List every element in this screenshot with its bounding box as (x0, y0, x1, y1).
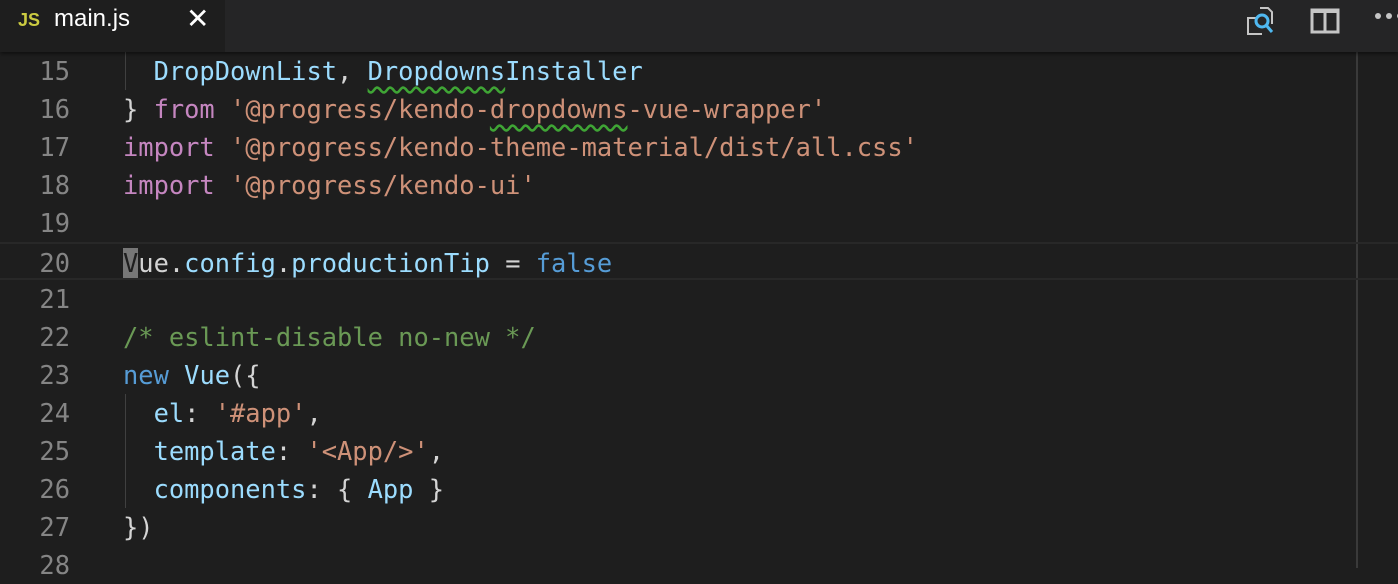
code-token: '@progress/kendo- (230, 94, 490, 124)
code-token: ue. (138, 248, 185, 278)
code-token: : (184, 398, 215, 428)
code-line[interactable]: 24 el: '#app', (0, 394, 1398, 432)
code-line[interactable]: 19 (0, 204, 1398, 242)
code-text: new Vue({ (123, 356, 261, 394)
code-token: . (275, 248, 292, 278)
line-number: 24 (39, 398, 70, 428)
code-line[interactable]: 23 new Vue({ (0, 356, 1398, 394)
code-token: '@progress/kendo-ui' (230, 170, 536, 200)
line-number: 26 (39, 474, 70, 504)
javascript-file-icon: JS (18, 10, 41, 30)
code-line[interactable]: 25 template: '<App/>', (0, 432, 1398, 470)
code-text: } from '@progress/kendo-dropdowns-vue-wr… (123, 90, 826, 128)
close-icon[interactable]: ✕ (186, 2, 209, 35)
code-token: -vue-wrapper' (627, 94, 827, 124)
code-line[interactable]: 15 DropDownList, DropdownsInstaller (0, 52, 1398, 90)
tab-label: main.js (54, 5, 131, 32)
split-editor-icon[interactable] (1310, 4, 1344, 38)
code-token: DropDownList (153, 56, 338, 86)
code-line[interactable]: 21 (0, 280, 1398, 318)
tab-main-js[interactable]: JS main.js ✕ (0, 0, 225, 52)
code-token: import (123, 170, 215, 200)
code-text: el: '#app', (123, 394, 322, 432)
code-text: /* eslint-disable no-new */ (123, 318, 536, 356)
code-token: false (535, 248, 613, 278)
code-line[interactable]: 18 import '@progress/kendo-ui' (0, 166, 1398, 204)
line-number: 22 (39, 322, 70, 352)
more-actions-icon[interactable] (1374, 4, 1398, 38)
code-token: ({ (230, 360, 261, 390)
open-preview-icon[interactable] (1246, 4, 1280, 38)
line-number: 28 (39, 550, 70, 580)
code-line[interactable]: 16} from '@progress/kendo-dropdowns-vue-… (0, 90, 1398, 128)
line-number: 27 (39, 512, 70, 542)
line-number: 25 (39, 436, 70, 466)
code-token: : { (306, 474, 368, 504)
code-line[interactable]: 17 import '@progress/kendo-theme-material… (0, 128, 1398, 166)
code-token: : (275, 436, 307, 466)
code-token: , (428, 436, 445, 466)
code-token: Dropdowns (367, 56, 506, 86)
line-number: 19 (39, 208, 70, 238)
code-token: el (153, 398, 185, 428)
code-token: /* eslint-disable no-new */ (123, 322, 536, 352)
code-token: '@progress/kendo-theme-material/dist/all… (230, 132, 918, 162)
line-number: 17 (39, 132, 70, 162)
code-line[interactable]: 20 Vue.config.productionTip = false (0, 242, 1398, 280)
code-token: }) (123, 512, 154, 542)
code-token: } (123, 94, 154, 124)
code-token: config (184, 248, 276, 278)
code-line[interactable]: 28 (0, 546, 1398, 584)
code-text: import '@progress/kendo-theme-material/d… (123, 128, 918, 166)
code-token: '<App/>' (306, 436, 429, 466)
code-text: components: { App } (123, 470, 444, 508)
line-number: 18 (39, 170, 70, 200)
code-token: dropdowns (489, 94, 628, 124)
code-editor[interactable]: 15 DropDownList, DropdownsInstaller 16} f… (0, 52, 1398, 580)
code-token: App (367, 474, 414, 504)
code-token: productionTip (291, 248, 490, 278)
code-line[interactable]: 26 components: { App } (0, 470, 1398, 508)
code-token: } (413, 474, 445, 504)
tab-bar: JS main.js ✕ (0, 0, 1398, 52)
text-cursor: V (123, 248, 139, 278)
code-token: = (489, 248, 536, 278)
code-text: template: '<App/>', (123, 432, 444, 470)
code-token: components (153, 474, 307, 504)
code-token: import (123, 132, 215, 162)
code-token: Installer (505, 56, 643, 86)
code-text: import '@progress/kendo-ui' (123, 166, 536, 204)
code-token: template (153, 436, 276, 466)
line-number: 16 (39, 94, 70, 124)
line-number: 15 (39, 56, 70, 86)
code-token: '#app' (214, 398, 307, 428)
code-token: , (306, 398, 322, 428)
code-token: from (153, 94, 215, 124)
code-token: , (337, 56, 368, 86)
line-number: 20 (39, 248, 70, 278)
code-token: new (123, 360, 169, 390)
line-number: 21 (39, 284, 70, 314)
code-token: Vue (184, 360, 231, 390)
code-text: Vue.config.productionTip = false (123, 244, 612, 282)
code-line[interactable]: 27}) (0, 508, 1398, 546)
line-number: 23 (39, 360, 70, 390)
code-text: DropDownList, DropdownsInstaller (123, 52, 643, 90)
code-text: }) (123, 508, 154, 546)
code-line[interactable]: 22 /* eslint-disable no-new */ (0, 318, 1398, 356)
